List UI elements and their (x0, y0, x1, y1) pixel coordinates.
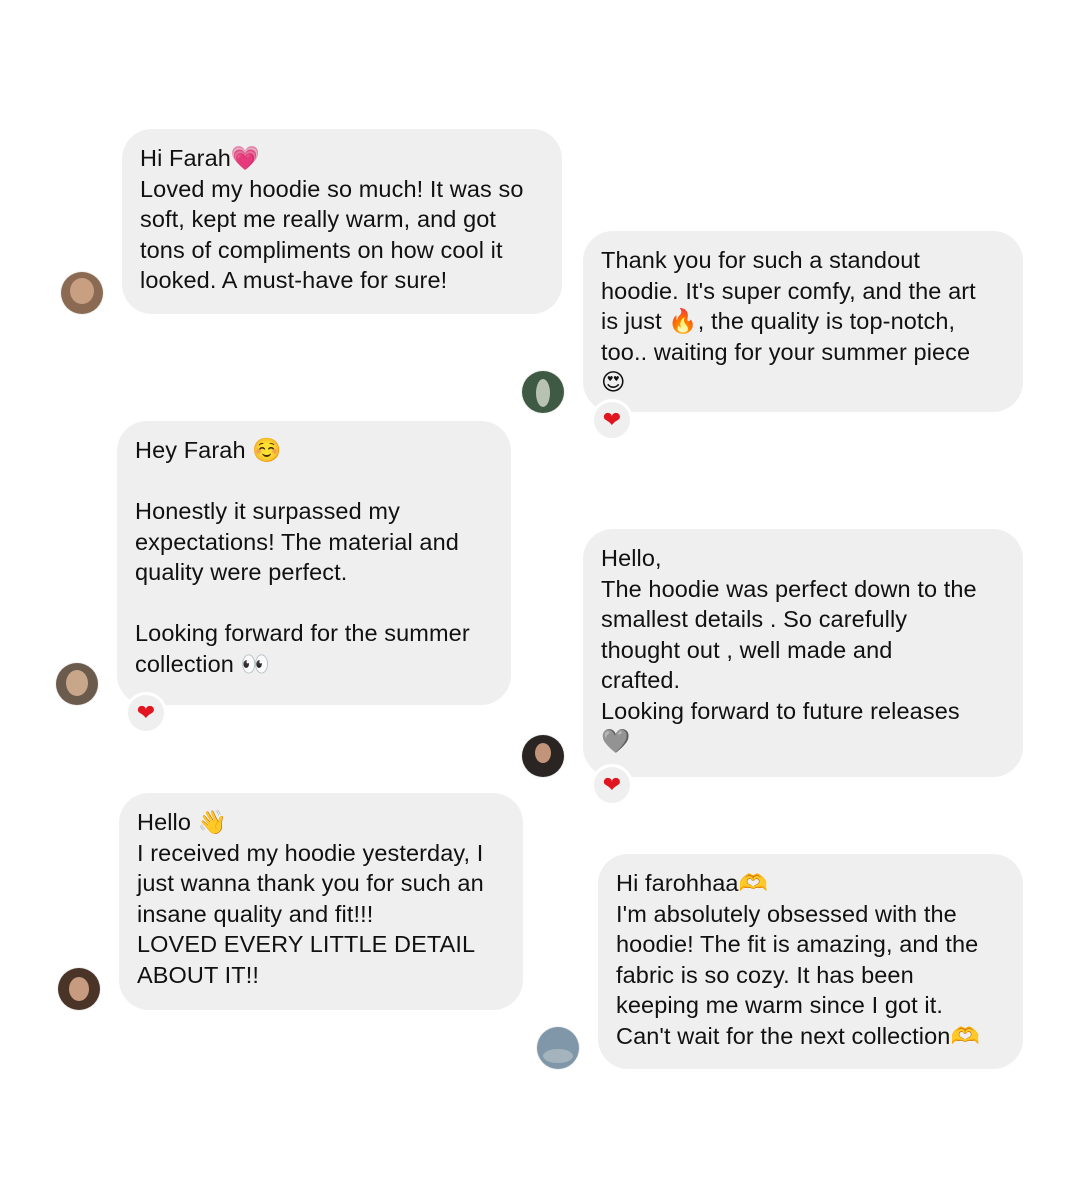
message-line: Looking forward to future releases (601, 697, 960, 724)
avatar-photo (70, 278, 94, 304)
message-line (135, 588, 493, 619)
heart-reaction[interactable]: ❤ (591, 764, 633, 806)
heart-reaction[interactable]: ❤ (125, 692, 167, 734)
message-line: crafted. (601, 667, 681, 693)
message-bubble[interactable]: Hi Farah💗 Loved my hoodie so much! It wa… (122, 129, 562, 314)
sender-avatar[interactable] (61, 272, 103, 314)
message-line: Loved my hoodie so much! It was so (140, 175, 524, 202)
message-line: too.. waiting for your summer piece (601, 338, 971, 365)
message-bubble[interactable]: Hello, The hoodie was perfect down to th… (583, 529, 1023, 777)
message-line: keeping me warm since I got it. (616, 992, 944, 1018)
message-line: quality were perfect. (135, 559, 348, 585)
avatar-photo (536, 379, 550, 407)
message-line: tons of compliments on how cool it (140, 236, 503, 263)
message-line: is just 🔥, the quality is top-notch, (601, 308, 956, 334)
message-line: I received my hoodie yesterday, I (137, 839, 484, 866)
avatar-photo (543, 1049, 573, 1063)
message-line: Hi farohhaa🫶 (616, 870, 768, 896)
message-line: Thank you for such a standout (601, 247, 921, 273)
heart-reaction[interactable]: ❤ (591, 399, 633, 441)
message-line: Hello, (601, 545, 662, 571)
avatar-photo (69, 977, 89, 1001)
sender-avatar[interactable] (522, 735, 564, 777)
message-line: I'm absolutely obsessed with the (616, 900, 957, 927)
message-bubble[interactable]: Hey Farah ☺️ Honestly it surpassed my ex… (117, 421, 511, 705)
heart-icon: ❤ (136, 700, 156, 726)
heart-icon: ❤ (602, 407, 622, 433)
message-line: ABOUT IT!! (137, 961, 259, 988)
message-line: smallest details . So carefully (601, 606, 908, 632)
message-line: fabric is so cozy. It has been (616, 961, 914, 988)
message-line: thought out , well made and (601, 636, 893, 663)
message-line: Hello 👋 (137, 809, 228, 835)
sender-avatar[interactable] (58, 968, 100, 1010)
message-line: Looking forward for the summer (135, 620, 470, 646)
avatar-photo (66, 670, 88, 696)
message-line: collection 👀 (135, 650, 270, 677)
message-line: Hi Farah💗 (140, 145, 261, 171)
message-line: looked. A must-have for sure! (140, 267, 448, 293)
heart-icon: ❤ (602, 772, 622, 798)
message-bubble[interactable]: Hello 👋 I received my hoodie yesterday, … (119, 793, 523, 1010)
message-bubble[interactable]: Thank you for such a standout hoodie. It… (583, 231, 1023, 412)
message-line: soft, kept me really warm, and got (140, 206, 497, 232)
message-line: Hey Farah ☺️ (135, 437, 282, 463)
message-line: Can't wait for the next collection🫶 (616, 1022, 980, 1049)
message-line: hoodie! The fit is amazing, and the (616, 931, 979, 957)
message-line: 😍 (601, 369, 626, 395)
avatar-photo (535, 743, 551, 763)
message-line: hoodie. It's super comfy, and the art (601, 277, 976, 304)
message-line: expectations! The material and (135, 528, 459, 555)
message-line: insane quality and fit!!! (137, 900, 374, 927)
message-line (135, 466, 493, 497)
message-bubble[interactable]: Hi farohhaa🫶 I'm absolutely obsessed wit… (598, 854, 1023, 1069)
message-line: 🩶 (601, 728, 631, 754)
sender-avatar[interactable] (56, 663, 98, 705)
sender-avatar[interactable] (537, 1027, 579, 1069)
message-line: LOVED EVERY LITTLE DETAIL (137, 931, 476, 957)
sender-avatar[interactable] (522, 371, 564, 413)
message-line: The hoodie was perfect down to the (601, 575, 977, 602)
message-line: Honestly it surpassed my (135, 498, 400, 524)
message-line: just wanna thank you for such an (137, 870, 484, 896)
